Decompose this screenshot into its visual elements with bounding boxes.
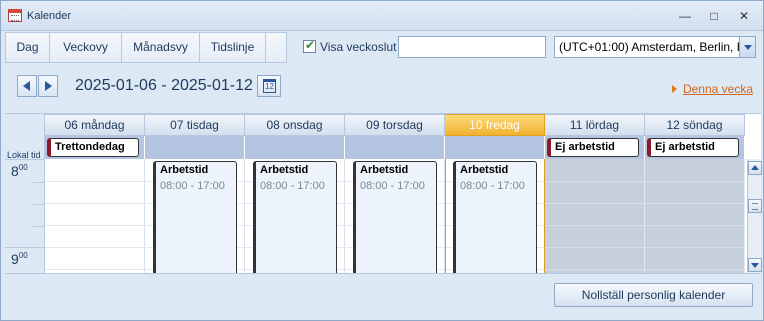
work-time-event[interactable]: Arbetstid 08:00 - 17:00	[253, 161, 337, 281]
day-body[interactable]: Arbetstid 08:00 - 17:00	[445, 159, 545, 281]
vertical-scrollbar[interactable]	[747, 159, 762, 274]
event-time: 08:00 - 17:00	[360, 180, 425, 192]
work-time-event[interactable]: Arbetstid 08:00 - 17:00	[353, 161, 437, 281]
all-day-row[interactable]	[245, 136, 345, 159]
day-column-monday: 06 måndag Trettondedag	[45, 114, 145, 274]
search-input[interactable]	[398, 36, 546, 58]
footer: Nollställ personlig kalender	[5, 273, 761, 318]
hour-label: 900	[11, 251, 28, 267]
tab-extra[interactable]	[265, 32, 287, 63]
all-day-event[interactable]: Trettondedag	[47, 138, 139, 157]
all-day-row[interactable]: Trettondedag	[45, 136, 145, 159]
event-time: 08:00 - 17:00	[160, 180, 225, 192]
timezone-value: (UTC+01:00) Amsterdam, Berlin, B	[559, 40, 745, 54]
day-column-thursday: 09 torsdag Arbetstid 08:00 - 17:00	[345, 114, 445, 281]
timezone-select[interactable]: (UTC+01:00) Amsterdam, Berlin, B	[554, 36, 756, 58]
event-title: Arbetstid	[460, 164, 509, 176]
work-time-event[interactable]: Arbetstid 08:00 - 17:00	[453, 161, 537, 281]
day-column-tuesday: 07 tisdag Arbetstid 08:00 - 17:00	[145, 114, 245, 281]
maximize-button[interactable]: □	[706, 8, 722, 24]
event-title: Arbetstid	[360, 164, 409, 176]
scroll-thumb[interactable]	[748, 199, 762, 213]
day-header[interactable]: 12 söndag	[645, 114, 745, 136]
day-column-sunday: 12 söndag Ej arbetstid	[645, 114, 745, 274]
view-toolbar: Dag Veckovy Månadsvy Tidslinje Visa veck…	[5, 32, 761, 64]
window-title: Kalender	[27, 10, 72, 22]
minimize-button[interactable]: —	[677, 8, 693, 24]
today-marker-line	[445, 159, 446, 274]
week-grid: Lokal tid 800 900 06 måndag Trettondedag…	[5, 113, 762, 281]
date-range: 2025-01-06 - 2025-01-12	[75, 77, 253, 94]
calendar-icon: 12	[263, 79, 276, 93]
event-time: 08:00 - 17:00	[460, 180, 525, 192]
chevron-down-icon[interactable]	[739, 37, 755, 57]
all-day-row[interactable]	[445, 136, 545, 159]
close-button[interactable]: ✕	[736, 8, 752, 24]
tab-timeline[interactable]: Tidslinje	[199, 32, 265, 63]
scroll-up-button[interactable]	[748, 161, 762, 175]
calendar-app-icon	[8, 9, 22, 22]
show-weekend-checkbox[interactable]	[303, 38, 316, 53]
day-header-today[interactable]: 10 fredag	[445, 114, 545, 136]
all-day-event[interactable]: Ej arbetstid	[547, 138, 639, 157]
calendar-window: Kalender — □ ✕ Dag Veckovy Månadsvy Tids…	[0, 0, 764, 321]
tab-day[interactable]: Dag	[5, 32, 49, 63]
hour-label: 800	[11, 163, 28, 179]
tab-week[interactable]: Veckovy	[49, 32, 121, 63]
day-header[interactable]: 09 torsdag	[345, 114, 445, 136]
previous-week-button[interactable]	[17, 75, 37, 97]
day-body[interactable]: Arbetstid 08:00 - 17:00	[145, 159, 245, 281]
day-column-wednesday: 08 onsdag Arbetstid 08:00 - 17:00	[245, 114, 345, 281]
day-column-friday: 10 fredag Arbetstid 08:00 - 17:00	[445, 114, 545, 281]
day-header[interactable]: 07 tisdag	[145, 114, 245, 136]
all-day-row[interactable]: Ej arbetstid	[545, 136, 645, 159]
arrow-right-icon	[672, 85, 677, 93]
day-body[interactable]: Arbetstid 08:00 - 17:00	[345, 159, 445, 281]
time-column: Lokal tid 800 900	[5, 114, 45, 274]
all-day-row[interactable]	[145, 136, 245, 159]
event-time: 08:00 - 17:00	[260, 180, 325, 192]
event-title: Arbetstid	[160, 164, 209, 176]
this-week-link[interactable]: Denna vecka	[683, 82, 753, 96]
reset-personal-calendar-button[interactable]: Nollställ personlig kalender	[554, 283, 753, 307]
next-week-button[interactable]	[38, 75, 58, 97]
date-picker-button[interactable]: 12	[257, 75, 281, 97]
day-header[interactable]: 11 lördag	[545, 114, 645, 136]
event-title: Arbetstid	[260, 164, 309, 176]
date-navigation: 2025-01-06 - 2025-01-12 12 Denna vecka	[5, 65, 761, 109]
day-body[interactable]	[45, 159, 145, 274]
day-header[interactable]: 08 onsdag	[245, 114, 345, 136]
tab-month[interactable]: Månadsvy	[121, 32, 199, 63]
day-body[interactable]	[645, 159, 745, 274]
day-header[interactable]: 06 måndag	[45, 114, 145, 136]
all-day-row[interactable]	[345, 136, 445, 159]
title-bar: Kalender — □ ✕	[1, 1, 763, 31]
day-body[interactable]	[545, 159, 645, 274]
day-body[interactable]: Arbetstid 08:00 - 17:00	[245, 159, 345, 281]
show-weekend-label: Visa veckoslut	[320, 40, 397, 54]
work-time-event[interactable]: Arbetstid 08:00 - 17:00	[153, 161, 237, 281]
scroll-down-button[interactable]	[748, 258, 762, 272]
day-column-saturday: 11 lördag Ej arbetstid	[545, 114, 645, 274]
all-day-row[interactable]: Ej arbetstid	[645, 136, 745, 159]
all-day-event[interactable]: Ej arbetstid	[647, 138, 739, 157]
